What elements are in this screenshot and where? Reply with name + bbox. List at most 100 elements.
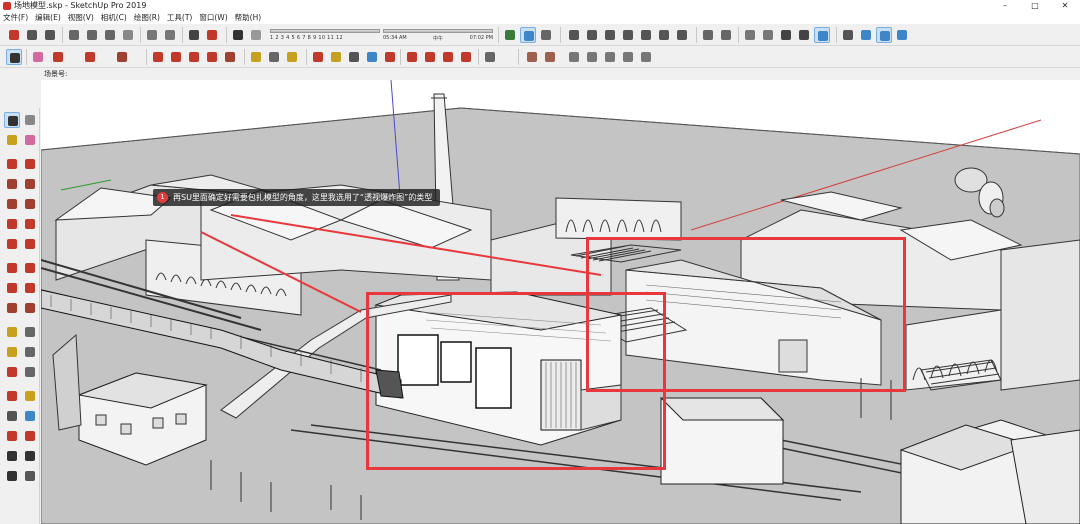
- user-icon[interactable]: [482, 49, 498, 65]
- close-button[interactable]: ✕: [1050, 0, 1080, 12]
- menu-help[interactable]: 帮助(H): [235, 12, 262, 24]
- arc-tool-icon[interactable]: [4, 216, 20, 232]
- shadow-icon[interactable]: [230, 27, 246, 43]
- menu-camera[interactable]: 相机(C): [101, 12, 127, 24]
- push-pull-icon[interactable]: [150, 49, 166, 65]
- rotate-icon[interactable]: [204, 49, 220, 65]
- open-icon[interactable]: [42, 27, 58, 43]
- look-around-icon[interactable]: [22, 448, 38, 464]
- zoom-extents-icon[interactable]: [894, 27, 910, 43]
- zoom-window-tool-icon[interactable]: [22, 408, 38, 424]
- pan-large-icon[interactable]: [328, 49, 344, 65]
- wireframe-icon[interactable]: [538, 27, 554, 43]
- follow-me-icon[interactable]: [168, 49, 184, 65]
- shadow-settings-icon[interactable]: [248, 27, 264, 43]
- pie-tool-icon[interactable]: [22, 236, 38, 252]
- push-pull-tool-icon[interactable]: [22, 260, 38, 276]
- drape-icon[interactable]: [602, 49, 618, 65]
- save-icon[interactable]: [6, 27, 22, 43]
- arc-icon[interactable]: [82, 49, 98, 65]
- line-tool-icon[interactable]: [4, 156, 20, 172]
- freehand-icon[interactable]: [22, 156, 38, 172]
- component-icon[interactable]: [22, 112, 38, 128]
- textured-icon[interactable]: [796, 27, 812, 43]
- zoom-tool-icon[interactable]: [4, 408, 20, 424]
- pan-tool-icon[interactable]: [22, 388, 38, 404]
- protractor-tool-icon[interactable]: [4, 344, 20, 360]
- redo-icon[interactable]: [162, 27, 178, 43]
- paint-bucket-icon[interactable]: [4, 132, 20, 148]
- circle-tool-icon[interactable]: [4, 196, 20, 212]
- zoom-extents-tool-icon[interactable]: [4, 428, 20, 444]
- menu-window[interactable]: 窗口(W): [199, 12, 227, 24]
- sandbox-from-scratch-icon[interactable]: [542, 49, 558, 65]
- stamp-icon[interactable]: [584, 49, 600, 65]
- move-icon[interactable]: [186, 49, 202, 65]
- extension-icon[interactable]: [440, 49, 456, 65]
- select-icon[interactable]: [6, 49, 22, 65]
- scale-tool-icon[interactable]: [4, 300, 20, 316]
- zoom-window-icon[interactable]: [364, 49, 380, 65]
- undo-icon[interactable]: [144, 27, 160, 43]
- pencil-icon[interactable]: [50, 49, 66, 65]
- orbit-icon[interactable]: [840, 27, 856, 43]
- flip-edge-icon[interactable]: [638, 49, 654, 65]
- top-view-icon[interactable]: [602, 27, 618, 43]
- cut-icon[interactable]: [66, 27, 82, 43]
- eraser-tool-icon[interactable]: [22, 132, 38, 148]
- sandbox-from-contours-icon[interactable]: [524, 49, 540, 65]
- section-plane-tool-icon[interactable]: [22, 428, 38, 444]
- orbit-large-icon[interactable]: [310, 49, 326, 65]
- shadow-date-slider[interactable]: 1 2 3 4 5 6 7 8 9 10 11 12: [270, 27, 380, 43]
- menu-draw[interactable]: 绘图(R): [134, 12, 160, 24]
- tape-tool-icon[interactable]: [4, 324, 20, 340]
- new-icon[interactable]: [24, 27, 40, 43]
- print-icon[interactable]: [186, 27, 202, 43]
- warehouse-icon[interactable]: [566, 27, 582, 43]
- monochrome-icon[interactable]: [814, 27, 830, 43]
- tape-measure-icon[interactable]: [248, 49, 264, 65]
- warehouse-large-icon[interactable]: [404, 49, 420, 65]
- paste-icon[interactable]: [102, 27, 118, 43]
- scale-icon[interactable]: [222, 49, 238, 65]
- menu-tools[interactable]: 工具(T): [167, 12, 192, 24]
- style-2-icon[interactable]: [760, 27, 776, 43]
- dimension-tool-icon[interactable]: [22, 324, 38, 340]
- smoove-icon[interactable]: [566, 49, 582, 65]
- eraser-icon[interactable]: [30, 49, 46, 65]
- minimize-button[interactable]: –: [990, 0, 1020, 12]
- zoom-icon[interactable]: [876, 27, 892, 43]
- share-model-icon[interactable]: [422, 49, 438, 65]
- add-detail-icon[interactable]: [620, 49, 636, 65]
- 3d-text-icon[interactable]: [22, 364, 38, 380]
- zoom-large-icon[interactable]: [346, 49, 362, 65]
- zoom-extents-large-icon[interactable]: [382, 49, 398, 65]
- axes-tool-icon[interactable]: [4, 364, 20, 380]
- copy-icon[interactable]: [84, 27, 100, 43]
- two-point-arc-icon[interactable]: [22, 216, 38, 232]
- menu-edit[interactable]: 编辑(E): [35, 12, 61, 24]
- erase-icon[interactable]: [120, 27, 136, 43]
- maximize-button[interactable]: □: [1020, 0, 1050, 12]
- front-view-icon[interactable]: [620, 27, 636, 43]
- style-3-icon[interactable]: [778, 27, 794, 43]
- xray-icon[interactable]: [502, 27, 518, 43]
- text-tool-icon[interactable]: [22, 344, 38, 360]
- hidden-line-icon[interactable]: [700, 27, 716, 43]
- orbit-tool-icon[interactable]: [4, 388, 20, 404]
- pan-icon[interactable]: [858, 27, 874, 43]
- menu-view[interactable]: 视图(V): [68, 12, 94, 24]
- offset-tool-icon[interactable]: [22, 300, 38, 316]
- protractor-icon[interactable]: [284, 49, 300, 65]
- rectangle-icon[interactable]: [114, 49, 130, 65]
- polygon-tool-icon[interactable]: [22, 196, 38, 212]
- rotated-rect-icon[interactable]: [22, 176, 38, 192]
- menu-file[interactable]: 文件(F): [3, 12, 28, 24]
- right-view-icon[interactable]: [638, 27, 654, 43]
- position-camera-icon[interactable]: [4, 448, 20, 464]
- rotate-tool-icon[interactable]: [4, 280, 20, 296]
- back-view-icon[interactable]: [656, 27, 672, 43]
- follow-me-tool-icon[interactable]: [22, 280, 38, 296]
- dimension-icon[interactable]: [266, 49, 282, 65]
- style-1-icon[interactable]: [742, 27, 758, 43]
